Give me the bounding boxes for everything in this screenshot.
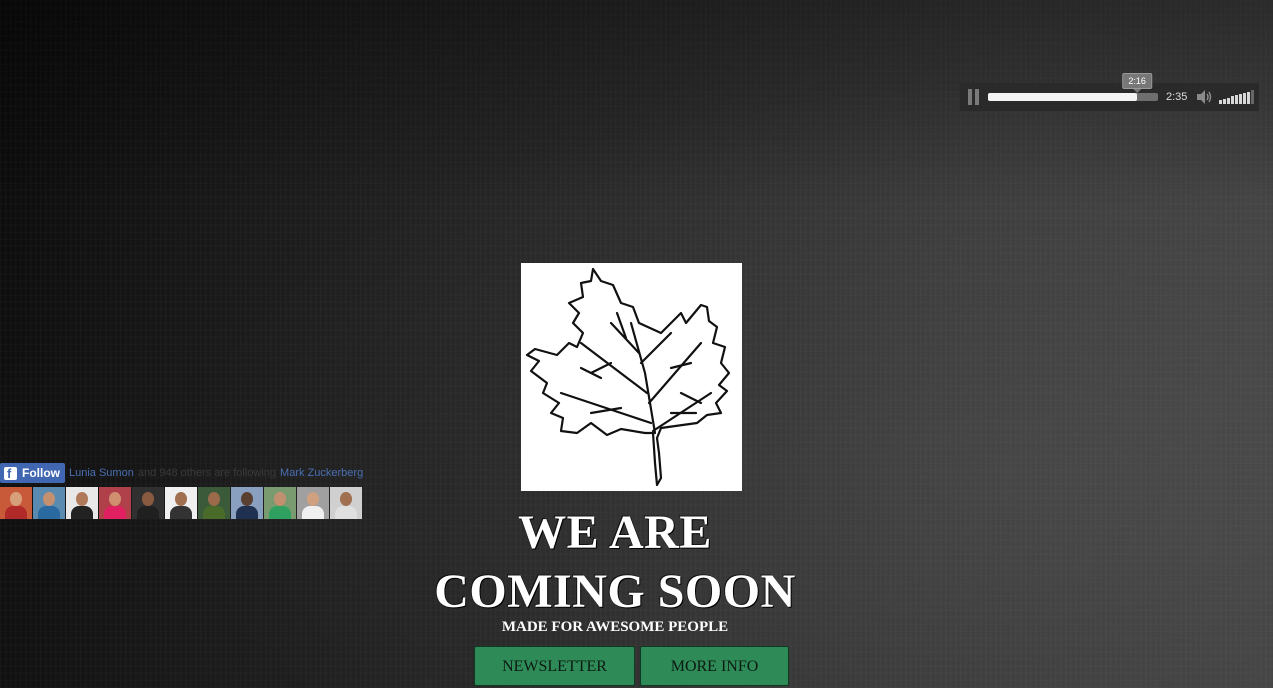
followers-text: and 948 others are following — [137, 467, 277, 479]
volume-slider[interactable] — [1219, 90, 1254, 104]
more-info-button[interactable]: MORE INFO — [640, 646, 789, 686]
follower-avatar[interactable] — [330, 487, 362, 519]
facebook-follow-button[interactable]: Follow — [0, 463, 65, 483]
progress-track[interactable]: 2:16 — [988, 73, 1158, 101]
title-line-1: WE ARE — [518, 506, 712, 559]
page-name-link[interactable]: Mark Zuckerberg — [280, 467, 363, 479]
maple-leaf-icon — [525, 267, 731, 487]
follower-avatar[interactable] — [33, 487, 65, 519]
facebook-icon — [4, 466, 17, 481]
follower-avatar[interactable] — [99, 487, 131, 519]
follow-label: Follow — [22, 466, 60, 480]
follower-avatar[interactable] — [231, 487, 263, 519]
progress-fill — [988, 93, 1138, 101]
follower-avatar[interactable] — [165, 487, 197, 519]
volume-bar — [1243, 92, 1246, 104]
tagline: MADE FOR AWESOME PEOPLE — [501, 619, 729, 635]
pause-icon[interactable] — [967, 89, 981, 105]
follower-avatar[interactable] — [264, 487, 296, 519]
follower-avatar[interactable] — [297, 487, 329, 519]
volume-bar — [1247, 91, 1250, 104]
volume-bar — [1251, 90, 1254, 104]
follower-avatar[interactable] — [198, 487, 230, 519]
follower-avatar[interactable] — [132, 487, 164, 519]
audio-player: 2:16 2:35 — [960, 73, 1259, 111]
volume-bar — [1223, 98, 1226, 104]
facebook-follow-bar: Follow Lunia Sumon and 948 others are fo… — [0, 463, 363, 483]
follower-faces — [0, 487, 363, 519]
speaker-icon[interactable] — [1195, 88, 1213, 106]
volume-bar — [1219, 100, 1222, 104]
page-title: WE ARE COMING SOON — [380, 503, 850, 621]
total-time: 2:35 — [1166, 91, 1188, 103]
title-line-2: COMING SOON — [434, 565, 796, 618]
volume-bar — [1235, 95, 1238, 104]
maple-leaf-logo — [521, 263, 742, 491]
volume-bar — [1239, 94, 1242, 104]
friend-name-link[interactable]: Lunia Sumon — [69, 467, 134, 479]
follower-avatar[interactable] — [66, 487, 98, 519]
volume-bar — [1231, 96, 1234, 104]
follower-avatar[interactable] — [0, 487, 32, 519]
volume-bar — [1227, 97, 1230, 104]
newsletter-button[interactable]: NEWSLETTER — [474, 646, 635, 686]
current-time-tooltip: 2:16 — [1122, 73, 1152, 93]
